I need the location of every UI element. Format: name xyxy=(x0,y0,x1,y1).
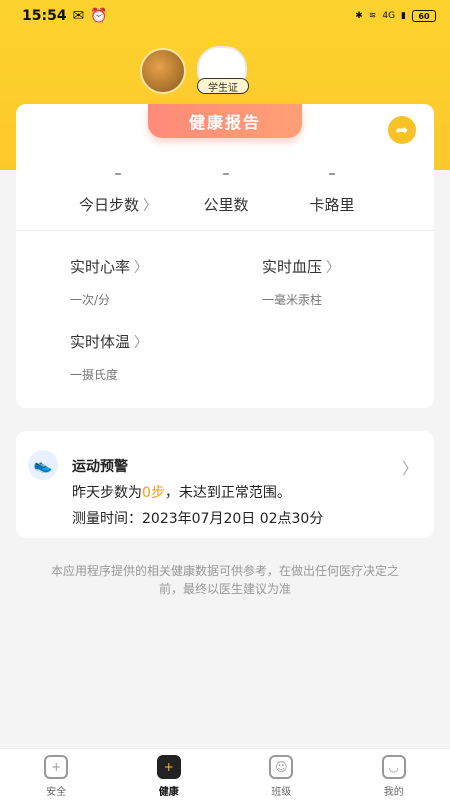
alert-time: 测量时间：2023年07月20日 02点30分 xyxy=(72,511,324,527)
alert-message: 昨天步数为0步，未达到正常范围。 xyxy=(72,482,291,502)
disclaimer: 本应用程序提供的相关健康数据可供参考，在做出任何医疗决定之前，最终以医生建议为准 xyxy=(50,564,399,596)
metric-title: 实时心率 xyxy=(70,258,131,276)
stat-calories: – 卡路里 xyxy=(262,166,402,215)
avatar[interactable] xyxy=(140,48,186,94)
alert-step-count: 0步 xyxy=(142,485,165,501)
student-card-badge[interactable]: 学生证 xyxy=(197,78,249,94)
chevron-right-icon: 〉 xyxy=(326,260,341,276)
wifi-icon: ≋ xyxy=(368,11,377,21)
metric-heart-rate[interactable]: 实时心率〉 一次/分 xyxy=(70,256,148,308)
profile-icon: ◡ xyxy=(381,755,406,779)
stat-value: – xyxy=(328,166,336,182)
alert-message-prefix: 昨天步数为 xyxy=(72,485,142,501)
signal-icon: ▮ xyxy=(401,11,406,21)
metric-value: 一摄氏度 xyxy=(70,368,119,382)
chevron-right-icon: 〉 xyxy=(134,335,149,351)
message-icon: ✉ xyxy=(72,8,85,24)
alert-message-suffix: ，未达到正常范围。 xyxy=(164,485,291,501)
alarm-icon: ⏰ xyxy=(90,8,108,24)
health-report-title: 健康报告 xyxy=(148,104,302,138)
metric-value: 一毫米汞柱 xyxy=(262,293,323,307)
medical-kit-icon: + xyxy=(156,755,181,779)
metric-value: 一次/分 xyxy=(70,293,111,307)
shield-icon: + xyxy=(44,755,69,779)
battery-icon: 60 xyxy=(412,10,436,22)
tab-mine[interactable]: ◡ 我的 xyxy=(338,749,450,800)
share-icon: ➦ xyxy=(395,121,409,139)
chevron-right-icon: 〉 xyxy=(143,198,157,214)
stat-label: 公里数 xyxy=(203,196,249,214)
chevron-right-icon: 〉 xyxy=(134,260,149,276)
tab-label: 班级 xyxy=(271,787,292,798)
status-time: 15:54 xyxy=(22,8,67,24)
alert-title: 运动预警 xyxy=(72,459,128,475)
shoe-icon: 👟 xyxy=(28,450,58,480)
metric-title: 实时体温 xyxy=(70,333,131,351)
tab-label: 安全 xyxy=(46,787,67,798)
divider xyxy=(16,230,434,231)
group-icon: ☺ xyxy=(269,755,294,779)
chevron-right-icon[interactable]: 〉 xyxy=(402,455,418,479)
tab-class[interactable]: ☺ 班级 xyxy=(225,749,338,800)
tab-safety[interactable]: + 安全 xyxy=(0,749,113,800)
tab-label: 我的 xyxy=(383,787,404,798)
stat-label: 今日步数 xyxy=(78,196,139,214)
share-button[interactable]: ➦ xyxy=(388,116,416,144)
metric-temperature[interactable]: 实时体温〉 一摄氏度 xyxy=(70,331,148,383)
status-bar: 15:54 ✉ ⏰ ✱ ≋ 4G ▮ 60 xyxy=(0,0,450,32)
tab-health[interactable]: + 健康 xyxy=(113,749,226,800)
metric-title: 实时血压 xyxy=(262,258,323,276)
tab-label: 健康 xyxy=(158,787,179,798)
stat-label: 卡路里 xyxy=(309,196,355,214)
network-label: 4G xyxy=(382,11,396,21)
bluetooth-icon: ✱ xyxy=(355,11,363,21)
bottom-tab-bar: + 安全 + 健康 ☺ 班级 ◡ 我的 xyxy=(0,748,450,800)
metric-blood-pressure[interactable]: 实时血压〉 一毫米汞柱 xyxy=(262,256,340,308)
